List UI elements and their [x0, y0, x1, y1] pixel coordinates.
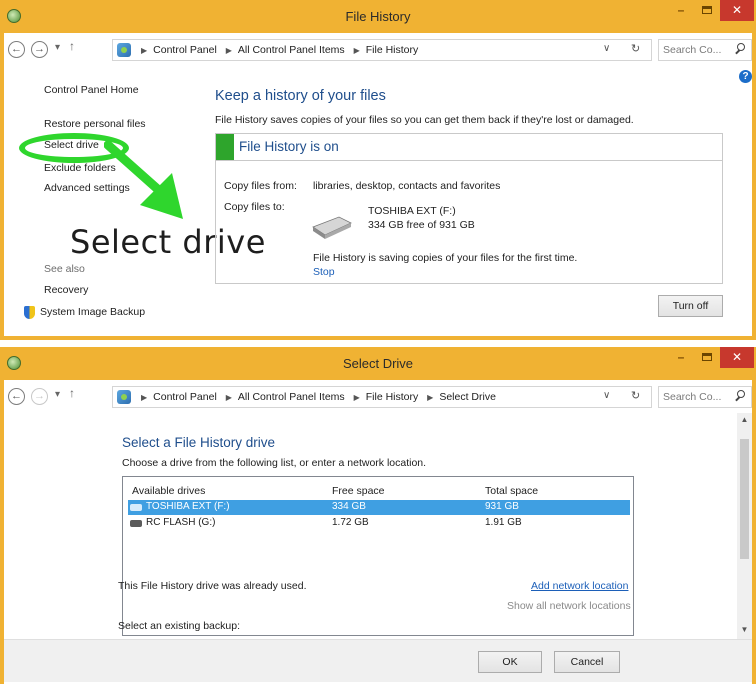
address-toolbar: ← → ▾ ↑ ▶ Control Panel ▶ All Control Pane… [4, 380, 752, 413]
vertical-scrollbar[interactable]: ▲ ▼ [737, 413, 752, 639]
select-existing-backup-label: Select an existing backup: [118, 620, 240, 632]
search-icon[interactable] [735, 390, 745, 402]
drive-name: TOSHIBA EXT (F:) [146, 501, 230, 512]
sidebar-item-restore-personal-files[interactable]: Restore personal files [44, 118, 146, 130]
cancel-button[interactable]: Cancel [554, 651, 620, 673]
page-description: File History saves copies of your files … [215, 114, 634, 126]
copy-from-value: libraries, desktop, contacts and favorit… [313, 180, 501, 192]
file-history-status-panel: File History is on Copy files from: libr… [215, 133, 723, 284]
page-title: Select a File History drive [122, 435, 276, 450]
select-drive-window: Select Drive – ✕ ← → ▾ ↑ ▶ Control Panel … [0, 347, 756, 684]
scroll-up-icon[interactable]: ▲ [737, 415, 752, 424]
column-header-free-space[interactable]: Free space [332, 485, 385, 497]
close-button[interactable]: ✕ [720, 347, 754, 368]
sidebar-item-control-panel-home[interactable]: Control Panel Home [44, 84, 139, 96]
drive-free-space: 1.72 GB [332, 517, 369, 528]
show-all-network-locations-link: Show all network locations [507, 600, 631, 612]
status-header: File History is on [216, 134, 722, 161]
back-arrow-icon[interactable]: ← [8, 388, 25, 405]
drive-name: TOSHIBA EXT (F:) [368, 205, 456, 217]
up-arrow-icon[interactable]: ↑ [69, 39, 75, 53]
title-bar[interactable]: Select Drive – ✕ [0, 347, 756, 380]
drive-total-space: 931 GB [485, 501, 519, 512]
window-title: Select Drive [342, 356, 414, 371]
see-also-heading: See also [44, 263, 85, 275]
breadcrumb-item[interactable]: All Control Panel Items [238, 391, 345, 403]
address-toolbar: ← → ▾ ↑ ▶ Control Panel ▶ All Control Pane… [4, 33, 752, 66]
maximize-button[interactable] [694, 347, 720, 368]
address-bar[interactable]: ▶ Control Panel ▶ All Control Panel Items … [112, 386, 652, 408]
breadcrumb: ▶ Control Panel ▶ All Control Panel Items … [141, 44, 419, 56]
address-dropdown-icon[interactable]: ∨ [603, 390, 610, 401]
status-indicator [216, 134, 234, 160]
breadcrumb: ▶ Control Panel ▶ All Control Panel Items … [141, 391, 496, 403]
breadcrumb-item[interactable]: Select Drive [439, 391, 496, 403]
page-title: Keep a history of your files [215, 88, 386, 104]
forward-arrow-icon: → [31, 388, 48, 405]
drive-name: RC FLASH (G:) [146, 517, 216, 528]
back-arrow-icon[interactable]: ← [8, 41, 25, 58]
page-description: Choose a drive from the following list, … [122, 457, 427, 469]
refresh-icon[interactable]: ↻ [631, 389, 640, 402]
address-dropdown-icon[interactable]: ∨ [603, 43, 610, 54]
breadcrumb-item[interactable]: All Control Panel Items [238, 44, 345, 56]
stop-link[interactable]: Stop [313, 266, 335, 278]
up-arrow-icon[interactable]: ↑ [69, 386, 75, 400]
hard-drive-icon [130, 504, 142, 511]
dialog-footer: OK Cancel [4, 639, 752, 682]
minimize-button[interactable]: – [668, 347, 694, 368]
search-input[interactable] [663, 43, 729, 57]
flash-drive-icon [130, 520, 142, 527]
status-text: File History is on [239, 139, 339, 154]
help-icon[interactable]: ? [739, 70, 752, 83]
breadcrumb-item[interactable]: File History [366, 44, 419, 56]
recent-locations-chevron-icon[interactable]: ▾ [55, 389, 60, 400]
scroll-down-icon[interactable]: ▼ [737, 625, 752, 634]
forward-arrow-icon[interactable]: → [31, 41, 48, 58]
file-history-window: File History – ✕ ← → ▾ ↑ ▶ Control Panel … [0, 0, 756, 340]
search-icon[interactable] [735, 43, 745, 55]
add-network-location-link[interactable]: Add network location [531, 580, 628, 592]
file-history-content: ? Control Panel Home Restore personal fi… [4, 66, 752, 336]
drive-row-toshiba[interactable]: TOSHIBA EXT (F:) 334 GB 931 GB [128, 500, 630, 515]
control-panel-icon [117, 390, 131, 404]
scroll-thumb[interactable] [740, 439, 749, 559]
callout-arrow [104, 141, 183, 219]
search-box[interactable] [658, 386, 752, 408]
saving-message: File History is saving copies of your fi… [313, 252, 578, 264]
control-panel-icon [117, 43, 131, 57]
window-title: File History [345, 9, 411, 24]
turn-off-button[interactable]: Turn off [658, 295, 723, 317]
breadcrumb-item[interactable]: Control Panel [153, 44, 217, 56]
already-used-note: This File History drive was already used… [118, 580, 307, 592]
ok-button[interactable]: OK [478, 651, 542, 673]
uac-shield-icon [24, 306, 35, 319]
select-drive-content: ▲ ▼ Select a File History drive Choose a… [4, 413, 752, 639]
refresh-icon[interactable]: ↻ [631, 42, 640, 55]
breadcrumb-item[interactable]: File History [366, 391, 419, 403]
sidebar-item-recovery[interactable]: Recovery [44, 284, 88, 296]
drive-free-space: 334 GB [332, 501, 366, 512]
sidebar-item-system-image-backup[interactable]: System Image Backup [40, 306, 145, 318]
address-bar[interactable]: ▶ Control Panel ▶ All Control Panel Items … [112, 39, 652, 61]
drive-total-space: 1.91 GB [485, 517, 522, 528]
maximize-button[interactable] [694, 0, 720, 21]
drive-row-rc-flash[interactable]: RC FLASH (G:) 1.72 GB 1.91 GB [128, 516, 630, 531]
minimize-button[interactable]: – [668, 0, 694, 21]
copy-to-label: Copy files to: [224, 201, 285, 213]
hard-drive-icon [312, 216, 352, 239]
drive-list[interactable]: Available drives Free space Total space … [122, 476, 634, 636]
column-header-available-drives[interactable]: Available drives [132, 485, 205, 497]
search-box[interactable] [658, 39, 752, 61]
close-button[interactable]: ✕ [720, 0, 754, 21]
search-input[interactable] [663, 390, 729, 404]
column-header-total-space[interactable]: Total space [485, 485, 538, 497]
copy-from-label: Copy files from: [224, 180, 297, 192]
drive-space: 334 GB free of 931 GB [368, 219, 475, 231]
breadcrumb-item[interactable]: Control Panel [153, 391, 217, 403]
recent-locations-chevron-icon[interactable]: ▾ [55, 42, 60, 53]
title-bar[interactable]: File History – ✕ [0, 0, 756, 33]
